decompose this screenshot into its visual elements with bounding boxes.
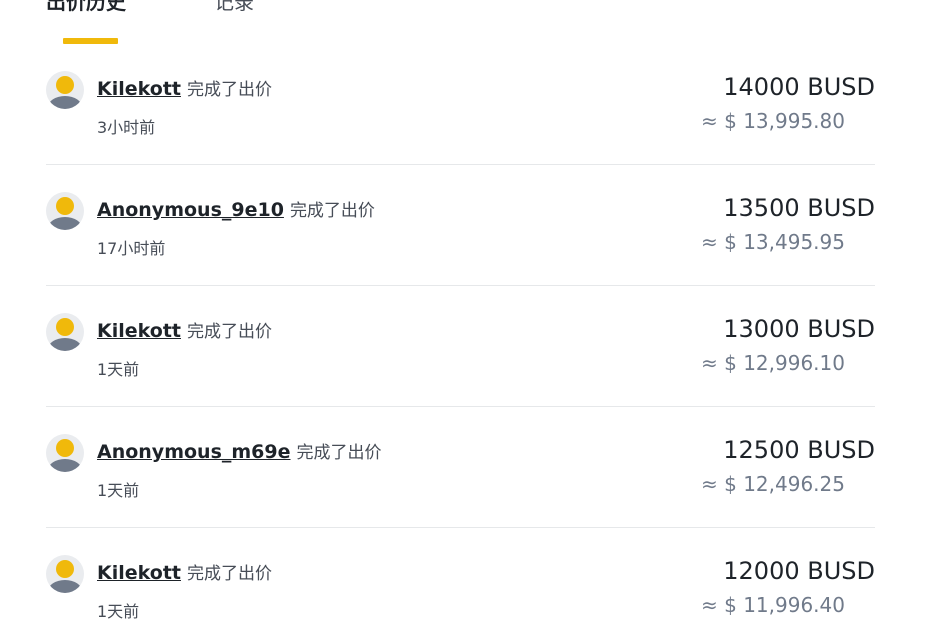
bid-time: 1天前 xyxy=(97,481,140,500)
tab-bar: 出价历史 记录 xyxy=(46,0,446,14)
bid-row: Anonymous_9e10 完成了出价 17小时前 13500 BUSD ≈ $… xyxy=(46,165,875,286)
bid-usd-value: ≈ $ 11,996.40 xyxy=(701,593,845,617)
bid-action-text: 完成了出价 xyxy=(186,322,272,342)
bid-action-text: 完成了出价 xyxy=(289,201,375,221)
avatar-icon xyxy=(46,192,84,230)
bidder-link[interactable]: Kilekott xyxy=(97,320,181,342)
bid-time: 3小时前 xyxy=(97,118,156,137)
bid-amount: 12000 BUSD xyxy=(723,557,875,585)
bidder-link[interactable]: Kilekott xyxy=(97,78,181,100)
bid-action-text: 完成了出价 xyxy=(186,564,272,584)
bidder-link[interactable]: Anonymous_m69e xyxy=(97,441,291,463)
bid-time: 1天前 xyxy=(97,602,140,621)
bid-description: Kilekott 完成了出价 xyxy=(97,559,272,584)
tab-records[interactable]: 记录 xyxy=(214,0,254,15)
bid-description: Kilekott 完成了出价 xyxy=(97,75,272,100)
bidder-link[interactable]: Anonymous_9e10 xyxy=(97,199,284,221)
bid-row: Kilekott 完成了出价 3小时前 14000 BUSD ≈ $ 13,995… xyxy=(46,44,875,165)
bid-time: 17小时前 xyxy=(97,239,166,258)
bid-description: Kilekott 完成了出价 xyxy=(97,317,272,342)
bid-usd-value: ≈ $ 13,995.80 xyxy=(701,109,845,133)
bid-usd-value: ≈ $ 12,996.10 xyxy=(701,351,845,375)
bid-amount: 14000 BUSD xyxy=(723,73,875,101)
bid-row: Kilekott 完成了出价 1天前 12000 BUSD ≈ $ 11,996.… xyxy=(46,528,875,624)
bid-description: Anonymous_9e10 完成了出价 xyxy=(97,196,375,221)
avatar-icon xyxy=(46,71,84,109)
avatar-icon xyxy=(46,313,84,351)
bid-row: Kilekott 完成了出价 1天前 13000 BUSD ≈ $ 12,996.… xyxy=(46,286,875,407)
tab-bid-history[interactable]: 出价历史 xyxy=(46,0,126,15)
bid-amount: 13500 BUSD xyxy=(723,194,875,222)
bid-time: 1天前 xyxy=(97,360,140,379)
bid-row: Anonymous_m69e 完成了出价 1天前 12500 BUSD ≈ $ 1… xyxy=(46,407,875,528)
bid-action-text: 完成了出价 xyxy=(296,443,382,463)
bidder-link[interactable]: Kilekott xyxy=(97,562,181,584)
avatar-icon xyxy=(46,555,84,593)
bid-amount: 13000 BUSD xyxy=(723,315,875,343)
bid-usd-value: ≈ $ 12,496.25 xyxy=(701,472,845,496)
bid-amount: 12500 BUSD xyxy=(723,436,875,464)
bid-history-list: Kilekott 完成了出价 3小时前 14000 BUSD ≈ $ 13,995… xyxy=(46,44,875,624)
bid-description: Anonymous_m69e 完成了出价 xyxy=(97,438,382,463)
avatar-icon xyxy=(46,434,84,472)
bid-usd-value: ≈ $ 13,495.95 xyxy=(701,230,845,254)
bid-action-text: 完成了出价 xyxy=(186,80,272,100)
